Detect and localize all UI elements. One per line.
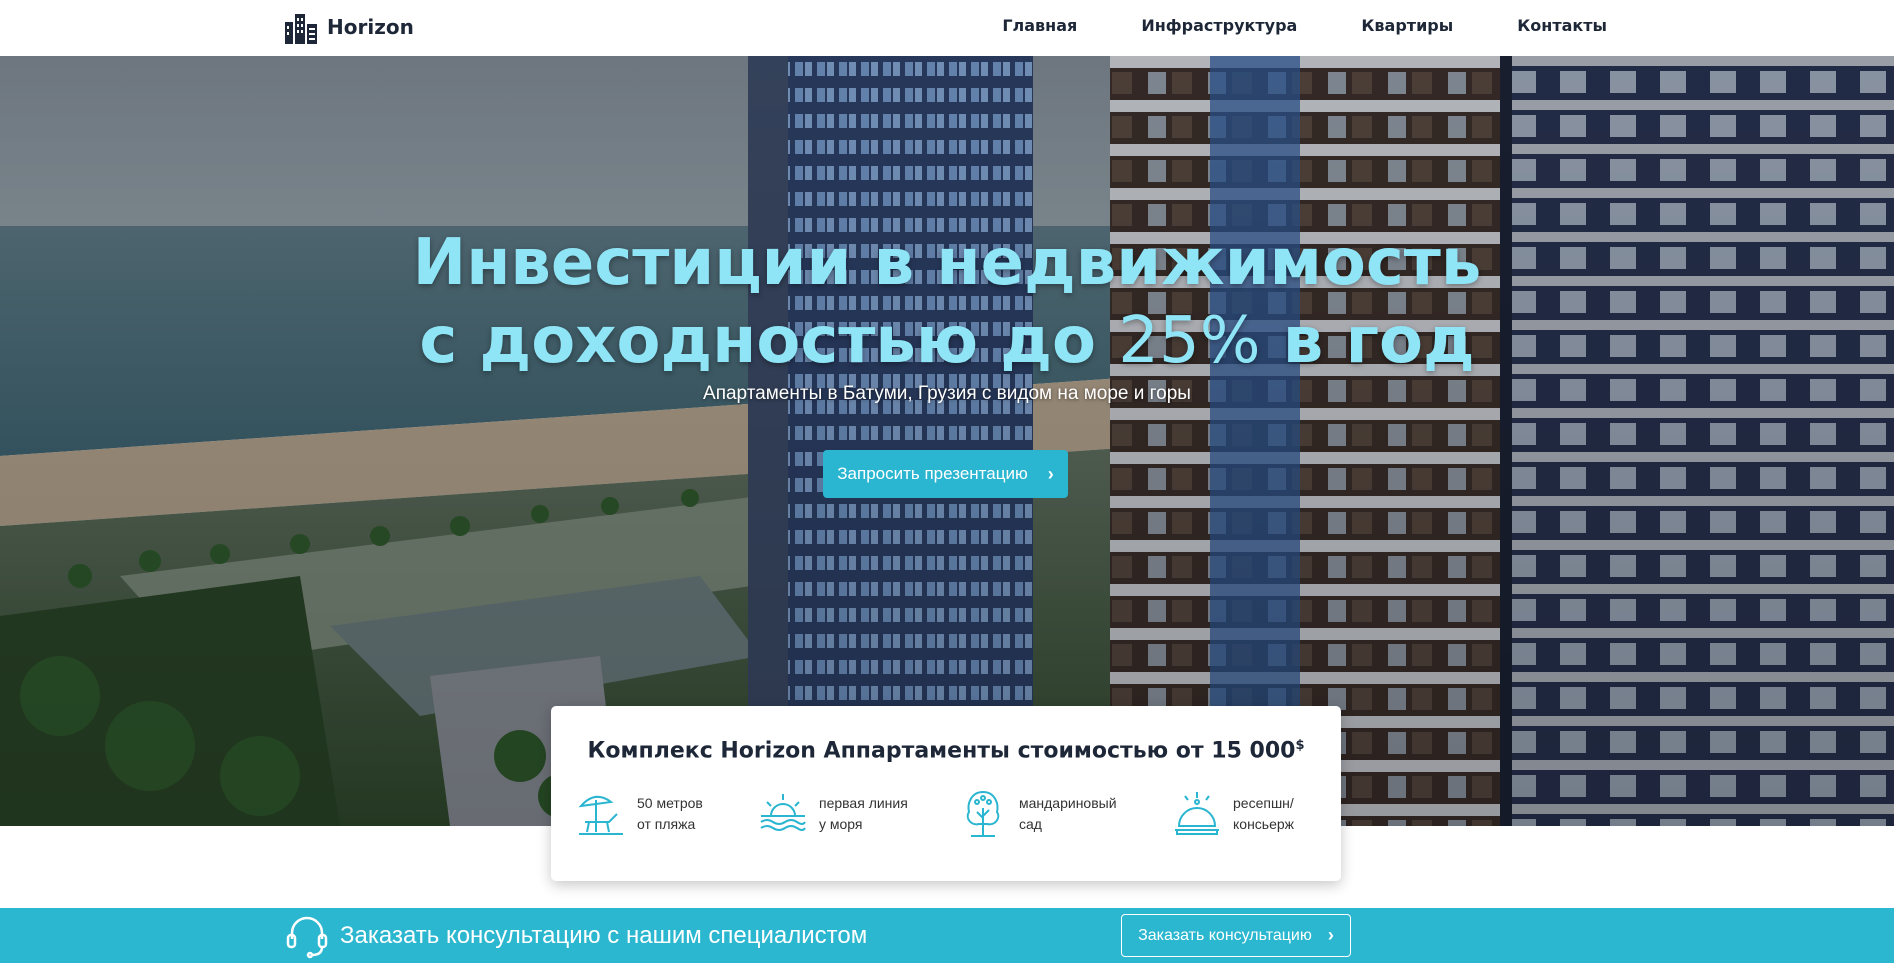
features-card-title: Комплекс Horizon Аппартаменты стоимостью…: [551, 738, 1341, 763]
feature-text-garden: мандариновый сад: [1019, 793, 1117, 835]
consultation-text: Заказать консультацию с нашим специалист…: [340, 922, 868, 949]
nav-item-infrastructure[interactable]: Инфраструктура: [1141, 16, 1297, 35]
feature-text-beach: 50 метров от пляжа: [637, 793, 703, 835]
consultation-bar: Заказать консультацию с нашим специалист…: [0, 908, 1894, 963]
hero-subtitle: Апартаменты в Батуми, Грузия с видом на …: [703, 383, 1191, 404]
feature-item-beach: 50 метров от пляжа: [575, 788, 703, 840]
hero-title: Инвестиции в недвижимость с доходностью …: [0, 224, 1894, 380]
brand-name: Horizon: [327, 15, 414, 39]
feature-garden-line2: сад: [1019, 816, 1042, 832]
feature-item-seafront: первая линия у моря: [757, 788, 908, 840]
tree-icon: [966, 790, 1000, 837]
request-presentation-button[interactable]: Запросить презентацию ›: [823, 450, 1068, 498]
feature-text-seafront: первая линия у моря: [819, 793, 908, 835]
currency-sign: $: [1295, 738, 1305, 753]
feature-seafront-line2: у моря: [819, 816, 863, 832]
feature-reception-line2: консьерж: [1233, 816, 1295, 832]
chevron-right-icon: ›: [1327, 925, 1334, 945]
headset-icon: [286, 916, 328, 959]
feature-beach-line1: 50 метров: [637, 795, 703, 811]
sunset-sea-icon: [760, 794, 806, 831]
feature-item-garden: мандариновый сад: [957, 788, 1117, 840]
feature-beach-line2: от пляжа: [637, 816, 696, 832]
hero-title-line2-post: в год: [1260, 304, 1475, 378]
nav-item-contacts[interactable]: Контакты: [1517, 16, 1607, 35]
hero-title-percent: 25%: [1118, 304, 1261, 378]
nav-item-apartments[interactable]: Квартиры: [1361, 16, 1453, 35]
features-card: Комплекс Horizon Аппартаменты стоимостью…: [551, 706, 1341, 881]
nav-item-home[interactable]: Главная: [1002, 16, 1077, 35]
buildings-logo-icon: [285, 14, 317, 44]
feature-text-reception: ресепшн/ консьерж: [1233, 793, 1294, 835]
features-card-title-text: Комплекс Horizon Аппартаменты стоимостью…: [587, 738, 1296, 764]
beach-umbrella-icon: [578, 795, 623, 835]
feature-seafront-line1: первая линия: [819, 795, 908, 811]
chevron-right-icon: ›: [1047, 463, 1054, 484]
feature-item-reception: ресепшн/ консьерж: [1171, 788, 1294, 840]
order-consultation-button[interactable]: Заказать консультацию ›: [1121, 914, 1351, 957]
hero-title-line2-pre: с доходностью до: [419, 304, 1119, 378]
brand-logo[interactable]: Horizon: [283, 10, 414, 44]
request-presentation-label: Запросить презентацию: [837, 464, 1028, 483]
feature-reception-line1: ресепшн/: [1233, 795, 1294, 811]
hero-title-line1: Инвестиции в недвижимость: [412, 226, 1482, 300]
main-nav: Главная Инфраструктура Квартиры Контакты: [1002, 16, 1607, 35]
top-navbar: Horizon Главная Инфраструктура Квартиры …: [0, 0, 1894, 56]
reception-bell-icon: [1175, 792, 1219, 835]
order-consultation-label: Заказать консультацию: [1138, 926, 1312, 944]
feature-garden-line1: мандариновый: [1019, 795, 1117, 811]
